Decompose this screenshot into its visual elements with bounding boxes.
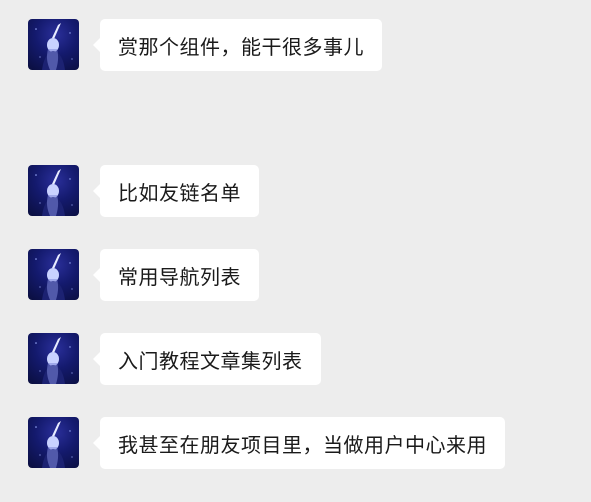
user-avatar-icon[interactable] (28, 249, 79, 300)
user-avatar-icon[interactable] (28, 333, 79, 384)
user-avatar-icon[interactable] (28, 19, 79, 70)
message-text: 比如友链名单 (118, 180, 241, 205)
user-avatar-icon[interactable] (28, 165, 79, 216)
message-text: 入门教程文章集列表 (118, 348, 303, 373)
message-text: 赏那个组件，能干很多事儿 (118, 34, 364, 59)
message-text: 常用导航列表 (118, 264, 241, 289)
user-avatar-icon[interactable] (28, 417, 79, 468)
message-bubble[interactable]: 常用导航列表 (93, 249, 259, 301)
message-text: 我甚至在朋友项目里，当做用户中心来用 (118, 432, 487, 457)
message-bubble[interactable]: 赏那个组件，能干很多事儿 (93, 19, 382, 71)
message-bubble[interactable]: 入门教程文章集列表 (93, 333, 321, 385)
message-bubble[interactable]: 比如友链名单 (93, 165, 259, 217)
message-bubble[interactable]: 我甚至在朋友项目里，当做用户中心来用 (93, 417, 505, 469)
